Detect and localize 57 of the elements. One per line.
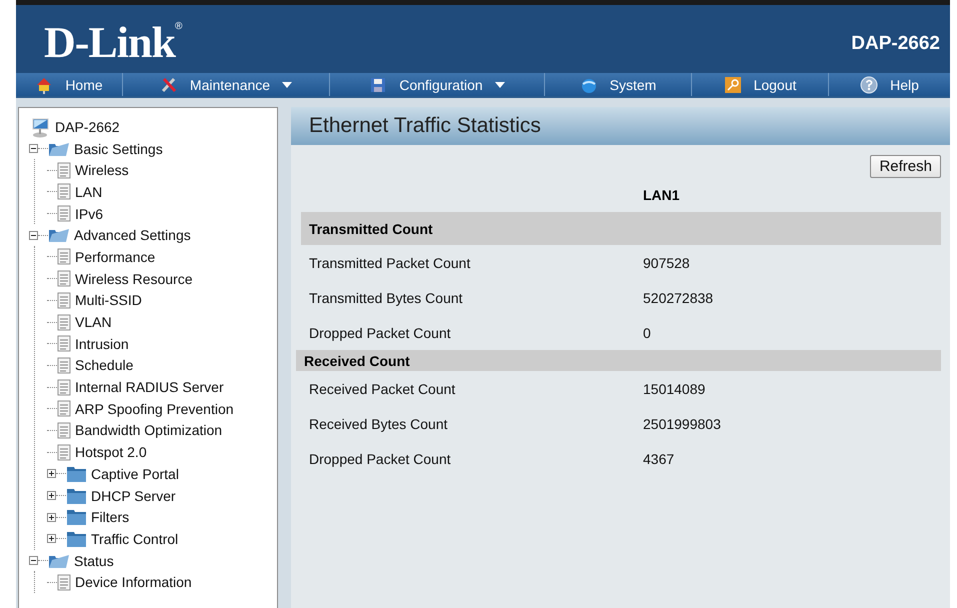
open-folder-icon <box>48 226 70 244</box>
refresh-button[interactable]: Refresh <box>870 155 941 178</box>
stat-label: Transmitted Packet Count <box>308 254 472 270</box>
nav-menu-item[interactable]: Logout <box>692 73 829 96</box>
nav-menu-item[interactable]: System <box>545 73 692 96</box>
home-icon <box>35 76 54 94</box>
caret-icon <box>494 82 505 88</box>
nav-menu-item[interactable]: Help <box>829 73 950 96</box>
stat-label: Dropped Packet Count <box>308 450 452 466</box>
tree-item[interactable]: Hotspot 2.0 <box>75 444 147 460</box>
tree-item[interactable]: DHCP Server <box>91 488 176 504</box>
stat-value: 520272838 <box>643 290 714 306</box>
tree-item[interactable]: Schedule <box>75 357 134 374</box>
tree-item[interactable]: ARP Spoofing Prevention <box>75 400 234 417</box>
stat-label: Received Packet Count <box>308 380 456 396</box>
nav-menu-item[interactable]: Maintenance <box>123 73 330 96</box>
folder-icon <box>66 507 87 528</box>
tree-item[interactable]: Performance <box>75 248 156 265</box>
tree-item[interactable]: DAP-2662 <box>55 118 120 135</box>
column-header: LAN1 <box>643 187 680 203</box>
stat-label: Transmitted Bytes Count <box>308 290 464 306</box>
tree-item[interactable]: Status <box>74 552 114 569</box>
stat-value: 15014089 <box>643 380 706 396</box>
tree-item[interactable]: Wireless Resource <box>75 270 192 287</box>
tools-icon <box>160 76 178 94</box>
registered-mark: ® <box>174 21 182 32</box>
stat-value: 907528 <box>643 254 690 270</box>
tree-item[interactable]: Captive Portal <box>91 466 179 482</box>
section-header: Transmitted Count <box>301 212 941 245</box>
stat-value: 0 <box>643 324 651 340</box>
key-icon <box>724 76 742 94</box>
floppy-icon <box>369 76 388 94</box>
tree-item[interactable]: IPv6 <box>75 206 104 222</box>
tree-item[interactable]: Wireless <box>75 162 129 178</box>
stat-value: 2501999803 <box>643 416 721 432</box>
model-name: DAP-2662 <box>851 33 940 55</box>
tree-item[interactable]: Filters <box>91 509 130 526</box>
tree-item[interactable]: Basic Settings <box>74 140 163 157</box>
nav-menu-item[interactable]: Home <box>16 73 123 96</box>
tree-item[interactable]: Multi-SSID <box>75 292 142 308</box>
caret-icon <box>282 82 292 88</box>
logo-text: D-Link <box>44 21 175 65</box>
tree-item[interactable]: Bandwidth Optimization <box>75 422 222 438</box>
tree-item[interactable]: Internal RADIUS Server <box>75 379 224 396</box>
stat-label: Received Bytes Count <box>308 416 449 432</box>
tree-item[interactable]: Advanced Settings <box>74 227 191 244</box>
tree-item[interactable]: LAN <box>75 184 102 200</box>
panel-title: Ethernet Traffic Statistics <box>291 107 950 145</box>
help-icon <box>860 76 878 94</box>
section-header: Received Count <box>296 350 941 371</box>
stat-label: Dropped Packet Count <box>308 324 452 340</box>
tree-item[interactable]: Traffic Control <box>91 530 178 547</box>
tree-item[interactable]: Device Information <box>75 574 192 590</box>
stat-value: 4367 <box>643 450 674 466</box>
tree-item[interactable]: VLAN <box>75 314 112 330</box>
nav-menu-item[interactable]: Configuration <box>330 73 545 96</box>
tree-item[interactable]: Intrusion <box>75 336 129 352</box>
